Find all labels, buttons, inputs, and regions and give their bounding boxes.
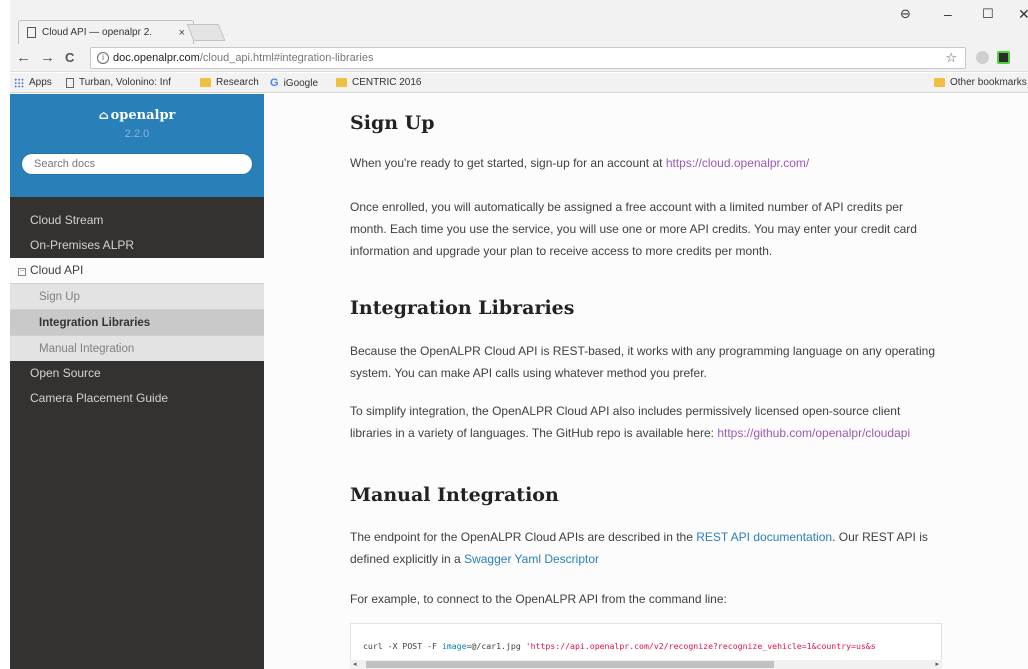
new-tab-button[interactable]: [186, 24, 226, 41]
bookmark-label: Apps: [29, 77, 52, 88]
rest-api-docs-link[interactable]: REST API documentation: [696, 530, 832, 544]
sidebar-item-label: Cloud API: [30, 263, 84, 277]
bookmark-apps[interactable]: Apps: [14, 77, 52, 88]
browser-tab[interactable]: Cloud API — openalpr 2. ×: [18, 20, 194, 44]
project-name: openalpr: [110, 108, 176, 123]
page-icon: [66, 77, 74, 88]
code-keyword: image: [441, 641, 467, 651]
profile-icon[interactable]: ⊖: [900, 6, 911, 22]
info-icon[interactable]: i: [97, 52, 109, 64]
manual-example-text: For example, to connect to the OpenALPR …: [350, 592, 727, 606]
folder-icon: [200, 78, 211, 87]
code-string: 'https://api.openalpr.com/v2/recognize?r…: [525, 641, 876, 651]
reload-button[interactable]: C: [65, 50, 74, 65]
bookmarks-bar: Apps Turban, Volonino: Inf Research G iG…: [10, 73, 1028, 93]
sidebar-item-open-source[interactable]: Open Source: [10, 361, 264, 386]
bookmark-label: Other bookmarks: [950, 77, 1027, 88]
tab-close-icon[interactable]: ×: [179, 27, 185, 39]
maximize-button[interactable]: ☐: [982, 6, 994, 22]
scrollbar-thumb[interactable]: [366, 661, 774, 668]
extension-icon[interactable]: [976, 51, 989, 64]
paragraph-text: The endpoint for the OpenALPR Cloud APIs…: [350, 530, 697, 544]
extension-c-icon[interactable]: [997, 51, 1010, 64]
search-input[interactable]: Search docs: [21, 153, 253, 175]
bookmark-label: Turban, Volonino: Inf: [79, 77, 171, 88]
code-horizontal-scrollbar[interactable]: ◂ ▸: [350, 660, 942, 669]
folder-icon: [336, 78, 347, 87]
browser-toolbar: ← → C i doc.openalpr.com /cloud_api.html…: [10, 44, 1028, 72]
code-argument: =@/car1.jpg: [466, 641, 526, 651]
url-path: /cloud_api.html#integration-libraries: [199, 52, 374, 64]
docs-sidebar: ⌂ openalpr 2.2.0 Search docs Cloud Stream…: [10, 94, 264, 669]
url-host: doc.openalpr.com: [113, 52, 200, 64]
back-button[interactable]: ←: [16, 49, 31, 66]
heading-sign-up: Sign Up: [350, 112, 435, 134]
cloud-signup-link[interactable]: https://cloud.openalpr.com/: [666, 156, 809, 170]
sidebar-item-cloud-api[interactable]: − Cloud API: [10, 258, 264, 283]
sidebar-item-on-premises-alpr[interactable]: On-Premises ALPR: [10, 233, 264, 258]
google-icon: G: [270, 77, 279, 89]
minimize-button[interactable]: –: [944, 6, 952, 22]
integration-intro: Because the OpenALPR Cloud API is REST-b…: [350, 344, 935, 380]
bookmark-centric[interactable]: CENTRIC 2016: [336, 77, 421, 88]
home-icon: ⌂: [98, 108, 109, 122]
scroll-left-arrow-icon[interactable]: ◂: [353, 660, 357, 669]
sidebar-item-sign-up[interactable]: Sign Up: [10, 283, 264, 309]
bookmark-turban[interactable]: Turban, Volonino: Inf: [66, 77, 171, 88]
other-bookmarks[interactable]: Other bookmarks: [934, 77, 1027, 88]
signup-details: Once enrolled, you will automatically be…: [350, 200, 917, 258]
code-command: curl -X POST -F: [363, 641, 442, 651]
integration-libraries-text: To simplify integration, the OpenALPR Cl…: [350, 400, 940, 444]
paragraph-text: When you're ready to get started, sign-u…: [350, 156, 666, 170]
apps-grid-icon: [14, 77, 24, 88]
close-window-button[interactable]: ✕: [1018, 6, 1028, 23]
sidebar-item-cloud-stream[interactable]: Cloud Stream: [10, 208, 264, 233]
content-area: Sign Up When you're ready to get started…: [264, 94, 1028, 669]
bookmark-igoogle[interactable]: G iGoogle: [270, 77, 318, 89]
folder-icon: [934, 78, 945, 87]
sidebar-header: ⌂ openalpr 2.2.0 Search docs: [10, 94, 264, 197]
page-icon: [27, 27, 36, 38]
version-label: 2.2.0: [124, 128, 150, 140]
bookmark-research[interactable]: Research: [200, 77, 259, 88]
collapse-icon[interactable]: −: [18, 268, 26, 276]
github-cloudapi-link[interactable]: https://github.com/openalpr/cloudapi: [717, 426, 910, 440]
bookmark-label: CENTRIC 2016: [352, 77, 422, 88]
tab-title: Cloud API — openalpr 2.: [42, 27, 153, 38]
heading-manual-integration: Manual Integration: [350, 484, 559, 506]
heading-integration-libraries: Integration Libraries: [350, 297, 575, 319]
sidebar-item-camera-placement-guide[interactable]: Camera Placement Guide: [10, 386, 264, 411]
address-bar[interactable]: i doc.openalpr.com /cloud_api.html#integ…: [90, 47, 966, 69]
bookmark-label: iGoogle: [283, 77, 319, 89]
bookmark-star-icon[interactable]: ☆: [945, 50, 957, 66]
signup-intro: When you're ready to get started, sign-u…: [350, 152, 940, 174]
tab-strip: Cloud API — openalpr 2. × ⊖ – ☐ ✕: [10, 0, 1028, 44]
scroll-right-arrow-icon[interactable]: ▸: [935, 660, 939, 669]
sidebar-nav: Cloud Stream On-Premises ALPR − Cloud API…: [10, 208, 264, 411]
sidebar-item-integration-libraries[interactable]: Integration Libraries: [10, 309, 264, 335]
bookmark-label: Research: [216, 77, 259, 88]
forward-button[interactable]: →: [40, 49, 55, 66]
project-home-link[interactable]: ⌂ openalpr: [10, 108, 264, 123]
swagger-yaml-link[interactable]: Swagger Yaml Descriptor: [464, 552, 599, 566]
manual-intro: The endpoint for the OpenALPR Cloud APIs…: [350, 526, 940, 570]
sidebar-item-manual-integration[interactable]: Manual Integration: [10, 335, 264, 361]
